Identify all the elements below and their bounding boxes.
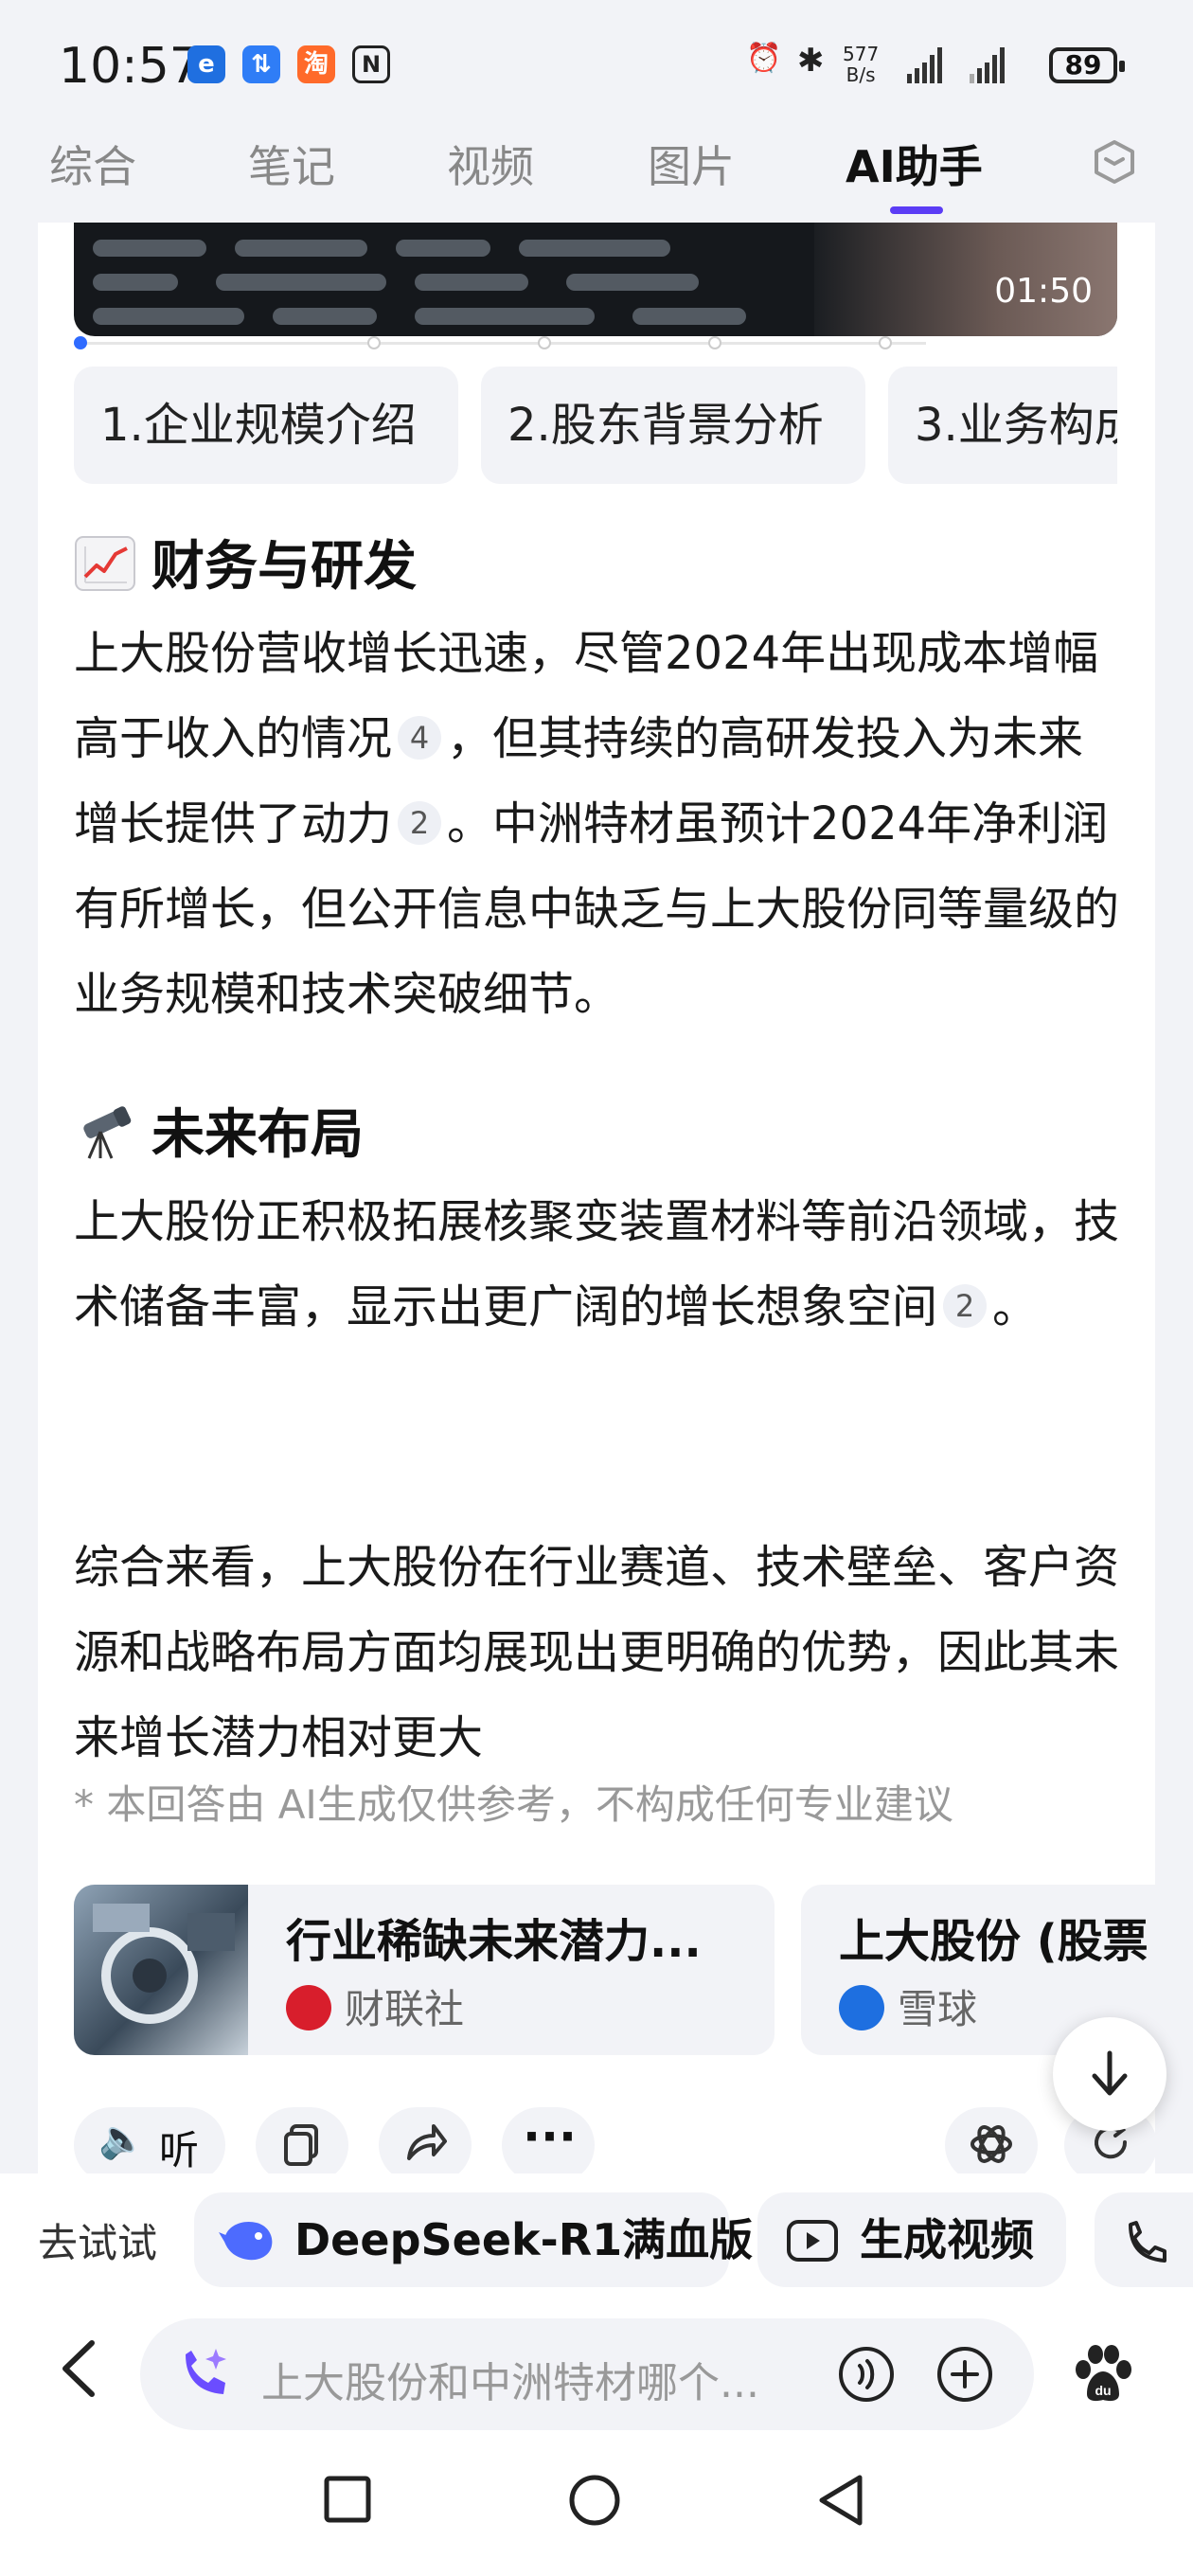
bluetooth-icon: ✱ [797, 42, 825, 80]
system-nav-bar [0, 2434, 1193, 2576]
video-player[interactable]: 01:50 [74, 223, 1117, 336]
chapter-list: 1.企业规模介绍 2.股东背景分析 3.业务构成 [74, 367, 1117, 484]
query-text: 上大股份和中洲特材哪个... [261, 2359, 759, 2407]
progress-dot-current[interactable] [74, 336, 87, 349]
conclusion-paragraph: 综合来看，上大股份在行业赛道、技术壁垒、客户资源和战略布局方面均展现出更明确的优… [74, 1541, 1120, 1764]
phone-add-icon [1129, 2221, 1166, 2263]
tab-images[interactable]: 图片 [648, 133, 735, 195]
video-chapter-progress[interactable] [74, 334, 926, 353]
chapter-chip[interactable]: 1.企业规模介绍 [74, 367, 458, 484]
status-bar: 10:57 e ⇅ 淘 N ⏰ ✱ 577 B/s 89 [0, 0, 1193, 133]
share-button[interactable] [379, 2107, 472, 2174]
section-title: 未来布局 [151, 1104, 364, 1166]
progress-dot[interactable] [538, 336, 551, 349]
chapter-chip[interactable]: 3.业务构成 [888, 367, 1117, 484]
speaker-icon: 🔈 [98, 2118, 146, 2161]
citation-badge[interactable]: 2 [398, 801, 442, 845]
try-suggestions-bar: 去试试 DeepSeek-R1满血版 生成视频 [0, 2174, 1193, 2301]
xueqiu-logo-icon [839, 1985, 884, 2030]
try-label: 去试试 [38, 2220, 158, 2266]
section-heading-finance: 财务与研发 [74, 524, 417, 600]
recent-apps-icon[interactable] [322, 2474, 373, 2525]
sync-notification-icon: ⇅ [242, 45, 280, 83]
home-icon[interactable] [566, 2472, 623, 2529]
chart-increasing-icon [75, 536, 135, 591]
source-title: 行业稀缺未来潜力... [286, 1915, 702, 1968]
answer-action-row: 🔈 听 ··· [74, 2107, 1155, 2174]
back-nav-icon[interactable] [814, 2472, 867, 2529]
search-tabs: 综合 笔记 视频 图片 AI助手 [0, 133, 1193, 223]
source-thumbnail [74, 1885, 248, 2055]
tab-general[interactable]: 综合 [49, 133, 136, 195]
baidu-paw-icon[interactable]: du [1070, 2341, 1136, 2407]
copy-icon [284, 2124, 318, 2166]
tab-notes[interactable]: 笔记 [248, 133, 335, 195]
chat-input-bar: 上大股份和中洲特材哪个... du [0, 2301, 1193, 2434]
query-input[interactable]: 上大股份和中洲特材哪个... [140, 2318, 1034, 2430]
generate-video-chip[interactable]: 生成视频 [757, 2192, 1066, 2287]
arrow-down-icon [1092, 2050, 1128, 2096]
ai-phone-icon [186, 2349, 226, 2394]
chapter-chip[interactable]: 2.股东背景分析 [481, 367, 865, 484]
network-speed: 577 B/s [843, 43, 880, 86]
share-icon [407, 2124, 447, 2160]
telescope-icon [83, 1106, 132, 1159]
svg-text:du: du [1095, 2383, 1111, 2398]
ai-tool-button[interactable] [945, 2107, 1038, 2174]
deepseek-chip[interactable]: DeepSeek-R1满血版 [194, 2192, 753, 2287]
citation-badge[interactable]: 2 [943, 1284, 988, 1328]
progress-dot[interactable] [367, 336, 381, 349]
cube-menu-icon[interactable] [1091, 138, 1138, 186]
more-button[interactable]: ··· [502, 2107, 595, 2174]
voice-wave-icon[interactable] [837, 2345, 896, 2404]
video-duration: 01:50 [994, 272, 1093, 311]
battery-indicator: 89 [1049, 47, 1125, 83]
active-tab-indicator [890, 206, 943, 214]
app-notification-icon: e [187, 45, 225, 83]
progress-dot[interactable] [708, 336, 721, 349]
back-arrow-icon[interactable] [52, 2335, 109, 2402]
citation-badge[interactable]: 4 [398, 716, 442, 760]
more-dots-icon: ··· [523, 2109, 577, 2164]
signal-strength-2-icon [970, 47, 1007, 85]
source-name: 财联社 [286, 1977, 464, 2035]
ai-disclaimer: * 本回答由 AI生成仅供参考，不构成任何专业建议 [74, 1781, 953, 1828]
atom-icon [970, 2125, 1012, 2163]
taobao-notification-icon: 淘 [297, 45, 335, 83]
section-title: 财务与研发 [151, 536, 417, 598]
alarm-icon: ⏰ [746, 42, 782, 75]
source-card[interactable]: 行业稀缺未来潜力... 财联社 [74, 1885, 775, 2055]
scroll-to-bottom-button[interactable] [1053, 2017, 1166, 2131]
video-generate-icon [787, 2220, 838, 2262]
progress-dot[interactable] [879, 336, 892, 349]
status-time: 10:57 [59, 38, 201, 95]
copy-button[interactable] [256, 2107, 348, 2174]
section-paragraph-finance: 上大股份营收增长迅速，尽管2024年出现成本增幅高于收入的情况 4 ，但其持续的高研… [74, 627, 1120, 1021]
tab-video[interactable]: 视频 [447, 133, 534, 195]
section-heading-future: 未来布局 [74, 1092, 364, 1169]
ai-answer-card: 01:50 1.企业规模介绍 2.股东背景分析 3.业务构成 财务与研发 上大股… [38, 223, 1155, 2174]
tab-ai-assistant[interactable]: AI助手 [846, 133, 983, 195]
source-name: 雪球 [839, 1977, 977, 2035]
section-paragraph-future: 上大股份正积极拓展核聚变装置材料等前沿领域，技术储备丰富，显示出更广阔的增长想象… [74, 1195, 1120, 1333]
source-title: 上大股份 (股票 [839, 1915, 1148, 1968]
signal-strength-icon [907, 47, 945, 85]
deepseek-whale-icon [219, 2221, 273, 2261]
add-icon[interactable] [935, 2345, 994, 2404]
cailianshe-logo-icon [286, 1985, 331, 2030]
listen-button[interactable]: 🔈 听 [74, 2107, 225, 2174]
call-chip[interactable] [1095, 2192, 1193, 2287]
nfc-icon: N [352, 45, 390, 83]
